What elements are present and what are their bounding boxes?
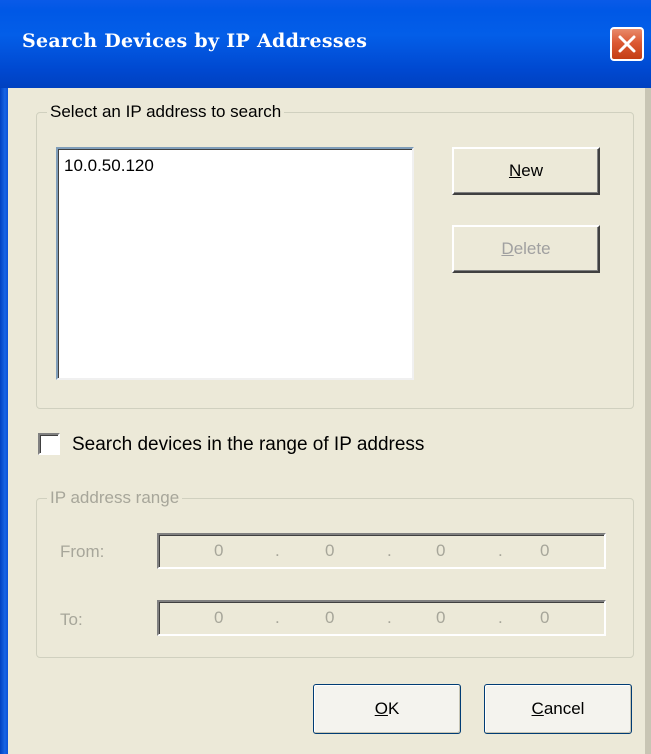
delete-button[interactable]: Delete bbox=[452, 225, 600, 273]
to-dot-3: . bbox=[498, 608, 503, 627]
to-label: To: bbox=[60, 610, 83, 629]
window-left-border bbox=[0, 88, 8, 754]
from-dot-2: . bbox=[387, 541, 392, 560]
new-button-label: New bbox=[509, 161, 543, 181]
to-octet-4[interactable]: 0 bbox=[540, 608, 549, 628]
to-octet-1[interactable]: 0 bbox=[214, 608, 223, 628]
cancel-button-label: Cancel bbox=[532, 699, 585, 719]
close-x-icon bbox=[618, 35, 636, 53]
delete-label-rest: elete bbox=[513, 239, 551, 258]
from-label: From: bbox=[60, 542, 105, 561]
from-dot-1: . bbox=[275, 541, 280, 560]
ok-label-rest: K bbox=[387, 699, 400, 718]
to-octet-3[interactable]: 0 bbox=[436, 608, 445, 628]
list-item[interactable]: 10.0.50.120 bbox=[64, 156, 154, 176]
from-octet-3[interactable]: 0 bbox=[436, 541, 445, 561]
new-mnemonic: N bbox=[508, 161, 522, 180]
range-search-checkbox[interactable] bbox=[38, 433, 60, 455]
delete-mnemonic: D bbox=[501, 239, 514, 258]
select-ip-legend: Select an IP address to search bbox=[50, 102, 282, 121]
from-dot-3: . bbox=[498, 541, 503, 560]
ok-button-label: OK bbox=[375, 699, 400, 719]
delete-button-label: Delete bbox=[501, 239, 550, 259]
close-button[interactable] bbox=[610, 27, 644, 61]
from-octet-1[interactable]: 0 bbox=[214, 541, 223, 561]
ip-range-legend: IP address range bbox=[50, 488, 180, 507]
from-octet-4[interactable]: 0 bbox=[540, 541, 549, 561]
cancel-button[interactable]: Cancel bbox=[484, 684, 632, 734]
to-dot-2: . bbox=[387, 608, 392, 627]
ip-address-listbox[interactable]: 10.0.50.120 bbox=[56, 147, 414, 380]
dialog-window: Search Devices by IP Addresses Select an… bbox=[0, 0, 651, 754]
range-search-label[interactable]: Search devices in the range of IP addres… bbox=[72, 434, 424, 456]
new-label-rest: ew bbox=[521, 161, 543, 180]
window-title: Search Devices by IP Addresses bbox=[22, 30, 368, 52]
ok-button[interactable]: OK bbox=[313, 684, 461, 734]
cancel-mnemonic: C bbox=[531, 699, 544, 718]
to-dot-1: . bbox=[275, 608, 280, 627]
window-right-border bbox=[645, 88, 651, 754]
cancel-label-rest: ancel bbox=[543, 699, 585, 718]
to-ip-field[interactable]: 0 . 0 . 0 . 0 bbox=[157, 600, 606, 636]
from-octet-2[interactable]: 0 bbox=[325, 541, 334, 561]
from-ip-field[interactable]: 0 . 0 . 0 . 0 bbox=[157, 533, 606, 569]
to-octet-2[interactable]: 0 bbox=[325, 608, 334, 628]
title-bar[interactable]: Search Devices by IP Addresses bbox=[0, 0, 651, 88]
new-button[interactable]: New bbox=[452, 147, 600, 195]
ok-mnemonic: O bbox=[374, 699, 388, 718]
